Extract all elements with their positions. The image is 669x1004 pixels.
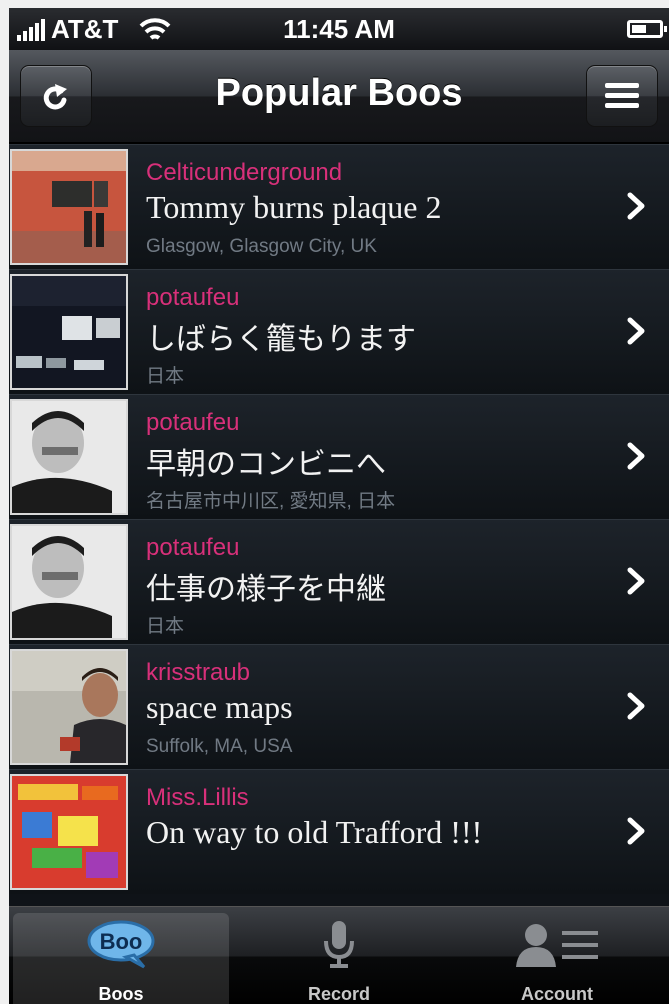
username: Celticunderground: [146, 159, 343, 186]
location: Suffolk, MA, USA: [146, 736, 293, 757]
boo-title: しばらく籠もります: [146, 322, 416, 357]
list-item[interactable]: krisstraub space maps Suffolk, MA, USA: [9, 644, 669, 769]
location: 名古屋市中川区, 愛知県, 日本: [146, 491, 396, 512]
boo-title: 仕事の様子を中継: [146, 572, 386, 607]
status-time: 11:45 AM: [283, 14, 395, 44]
username: potaufeu: [146, 534, 240, 561]
navigation-bar: Popular Boos: [9, 50, 669, 144]
boo-speech-bubble-icon: Boo: [87, 920, 155, 969]
microphone-icon: [324, 921, 354, 968]
menu-button[interactable]: [586, 65, 658, 127]
battery-icon: [627, 20, 667, 38]
boo-title: On way to old Trafford !!!: [146, 814, 483, 850]
page-title: Popular Boos: [215, 72, 463, 114]
thumbnail-image: [10, 649, 128, 765]
status-bar: AT&T 11:45 AM: [9, 8, 669, 50]
chevron-right-icon: [627, 442, 645, 470]
chevron-right-icon: [627, 317, 645, 345]
chevron-right-icon: [627, 567, 645, 595]
location: 日本: [146, 366, 185, 387]
chevron-right-icon: [627, 192, 645, 220]
list-icon: [605, 83, 639, 109]
username: potaufeu: [146, 284, 240, 311]
list-item[interactable]: potaufeu 仕事の様子を中継 日本: [9, 519, 669, 644]
tab-account[interactable]: Account: [449, 913, 665, 1004]
phone-screen: AT&T 11:45 AM Popular Boos Celticundergr…: [9, 8, 669, 1004]
username: krisstraub: [146, 659, 251, 686]
username: potaufeu: [146, 409, 240, 436]
thumbnail-image: [10, 399, 128, 515]
list-item[interactable]: Celticunderground Tommy burns plaque 2 G…: [9, 144, 669, 269]
location: 日本: [146, 616, 185, 637]
list-item[interactable]: Miss.Lillis On way to old Trafford !!!: [9, 769, 669, 894]
chevron-right-icon: [627, 817, 645, 845]
tab-bar: Boo Boos Record Account: [9, 906, 669, 1004]
tab-label: Account: [521, 984, 593, 1004]
boo-logo-text: Boo: [100, 929, 143, 954]
tab-boos[interactable]: Boo Boos: [13, 913, 229, 1004]
boo-title: space maps: [146, 689, 293, 725]
location: Glasgow, Glasgow City, UK: [146, 236, 377, 257]
tab-record[interactable]: Record: [231, 913, 447, 1004]
tab-label: Record: [307, 984, 370, 1004]
list-item[interactable]: potaufeu 早朝のコンビニへ 名古屋市中川区, 愛知県, 日本: [9, 394, 669, 519]
tab-label: Boos: [98, 984, 144, 1004]
thumbnail-image: [10, 149, 128, 265]
account-list-icon: [516, 924, 598, 967]
thumbnail-image: [10, 774, 128, 890]
chevron-right-icon: [627, 692, 645, 720]
thumbnail-image: [10, 524, 128, 640]
boo-title: 早朝のコンビニへ: [146, 447, 386, 482]
username: Miss.Lillis: [146, 784, 249, 811]
boo-list: Celticunderground Tommy burns plaque 2 G…: [9, 144, 669, 894]
list-item[interactable]: potaufeu しばらく籠もります 日本: [9, 269, 669, 394]
thumbnail-image: [10, 274, 128, 390]
boo-title: Tommy burns plaque 2: [146, 189, 442, 225]
